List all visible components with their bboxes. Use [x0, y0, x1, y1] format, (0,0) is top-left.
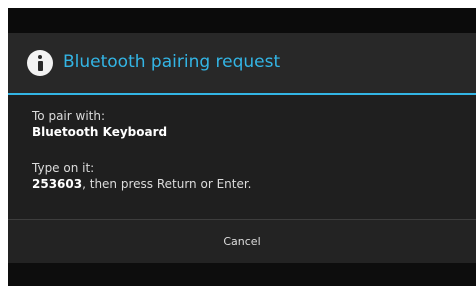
dialog-title: Bluetooth pairing request — [63, 52, 281, 72]
instruction-text: , then press Return or Enter. — [82, 177, 252, 191]
device-name: Bluetooth Keyboard — [32, 125, 168, 139]
info-icon — [27, 50, 53, 76]
passkey-instruction: 253603, then press Return or Enter. — [32, 177, 252, 191]
cancel-button[interactable]: Cancel — [8, 220, 476, 263]
pairing-dialog: Bluetooth pairing request To pair with: … — [8, 33, 476, 263]
pair-with-label: To pair with: — [32, 109, 106, 123]
status-area — [8, 8, 476, 33]
dialog-header: Bluetooth pairing request — [8, 33, 476, 93]
device-screen: Bluetooth pairing request To pair with: … — [8, 8, 476, 286]
background-area — [8, 263, 476, 286]
passkey-code: 253603 — [32, 177, 83, 191]
dialog-body: To pair with: Bluetooth Keyboard Type on… — [8, 95, 476, 219]
type-on-it-label: Type on it: — [32, 161, 95, 175]
